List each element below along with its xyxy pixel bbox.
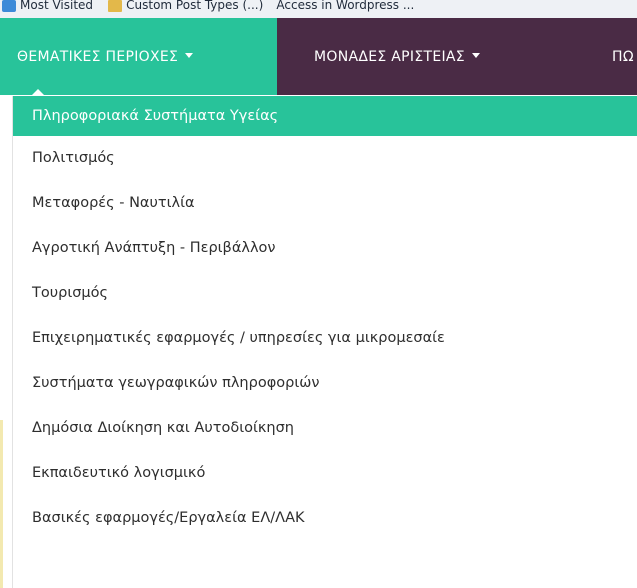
thematic-areas-dropdown: Πληροφοριακά Συστήματα Υγείας Πολιτισμός… [12, 96, 637, 588]
nav-centers-of-excellence[interactable]: ΜΟΝΑΔΕΣ ΑΡΙΣΤΕΙΑΣ [314, 18, 480, 95]
nav-label: ΘΕΜΑΤΙΚΕΣ ΠΕΡΙΟΧΕΣ [17, 49, 179, 65]
star-icon [2, 0, 16, 12]
caret-down-icon [185, 52, 194, 58]
menu-item-gis[interactable]: Συστήματα γεωγραφικών πληροφοριών [13, 361, 637, 406]
nav-label: ΜΟΝΑΔΕΣ ΑΡΙΣΤΕΙΑΣ [314, 49, 465, 65]
caret-down-icon [471, 52, 480, 58]
menu-item-health-info-systems[interactable]: Πληροφοριακά Συστήματα Υγείας [13, 96, 637, 136]
bookmark-custom-post-types[interactable]: Custom Post Types (...) [106, 0, 263, 12]
menu-item-foss-tools[interactable]: Βασικές εφαρμογές/Εργαλεία ΕΛ/ΛΑΚ [13, 496, 637, 541]
nav-item-truncated[interactable]: ΠΩ [612, 18, 634, 95]
main-navbar: ΘΕΜΑΤΙΚΕΣ ΠΕΡΙΟΧΕΣ ΜΟΝΑΔΕΣ ΑΡΙΣΤΕΙΑΣ ΠΩ [0, 18, 637, 95]
background-page-edge [0, 420, 3, 588]
bookmark-label: Custom Post Types (...) [126, 0, 264, 12]
menu-item-educational-software[interactable]: Εκπαιδευτικό λογισμικό [13, 451, 637, 496]
menu-item-public-administration[interactable]: Δημόσια Διοίκηση και Αυτοδιοίκηση [13, 406, 637, 451]
bookmark-label: Access in Wordpress ... [276, 0, 415, 12]
nav-thematic-areas[interactable]: ΘΕΜΑΤΙΚΕΣ ΠΕΡΙΟΧΕΣ [0, 18, 277, 95]
nav-label: ΠΩ [612, 49, 634, 65]
menu-item-culture[interactable]: Πολιτισμός [13, 136, 637, 181]
menu-item-agriculture-environment[interactable]: Αγροτική Ανάπτυξη - Περιβάλλον [13, 226, 637, 271]
menu-item-tourism[interactable]: Τουρισμός [13, 271, 637, 316]
menu-item-transport-shipping[interactable]: Μεταφορές - Ναυτιλία [13, 181, 637, 226]
dropdown-arrow-icon [31, 89, 45, 96]
menu-item-business-apps[interactable]: Επιχειρηματικές εφαρμογές / υπηρεσίες γι… [13, 316, 637, 361]
folder-icon [108, 0, 123, 12]
bookmarks-toolbar: Most Visited Custom Post Types (...) Acc… [0, 0, 637, 19]
bookmark-label: Most Visited [20, 0, 94, 12]
bookmark-most-visited[interactable]: Most Visited [0, 0, 93, 12]
bookmark-access-wordpress[interactable]: Access in Wordpress ... [276, 0, 414, 12]
